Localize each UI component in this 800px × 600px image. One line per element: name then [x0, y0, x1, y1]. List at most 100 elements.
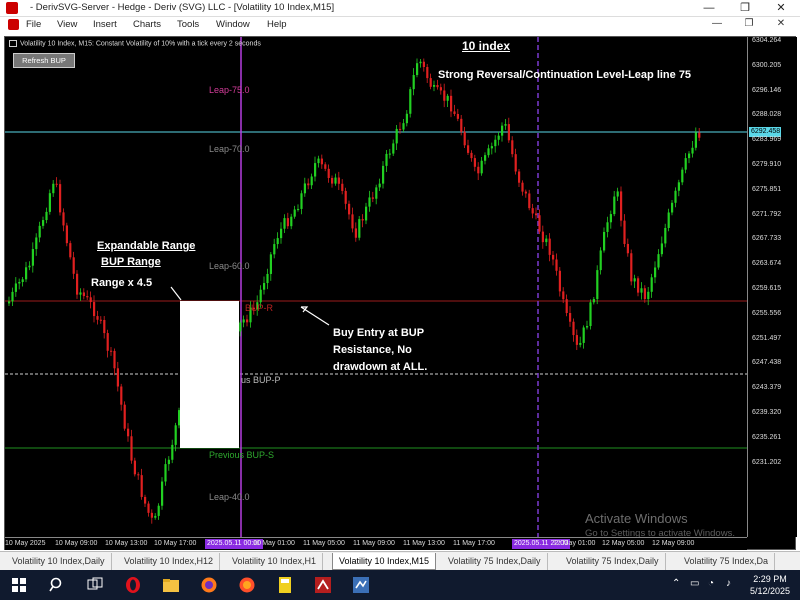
- bullish-candle: [487, 148, 490, 156]
- bearish-candle: [521, 182, 524, 192]
- opera-icon[interactable]: [124, 576, 142, 594]
- bearish-candle: [59, 184, 62, 213]
- system-clock[interactable]: 2:29 PM 5/12/2025: [742, 573, 798, 597]
- bullish-candle: [609, 214, 612, 223]
- volume-icon[interactable]: ♪: [726, 578, 731, 589]
- wifi-icon[interactable]: ◔: [708, 578, 714, 589]
- bearish-candle: [246, 319, 249, 323]
- mt5-terminal-icon[interactable]: [352, 576, 370, 594]
- tab-v10-h1[interactable]: Volatility 10 Index,H1: [226, 553, 324, 570]
- menu-view[interactable]: View: [57, 19, 77, 30]
- bearish-candle: [507, 124, 510, 141]
- bullish-candle: [164, 464, 167, 482]
- clock-date: 5/12/2025: [749, 586, 791, 596]
- bearish-candle: [110, 350, 113, 352]
- bullish-candle: [266, 273, 269, 284]
- tab-v75-daily[interactable]: Volatility 75 Index,Daily: [442, 553, 548, 570]
- bearish-candle: [552, 254, 555, 260]
- bearish-candle: [637, 278, 640, 293]
- bullish-candle: [504, 124, 507, 126]
- deriv-mt5-icon[interactable]: [314, 576, 332, 594]
- menu-file[interactable]: File: [26, 19, 41, 30]
- bullish-candle: [31, 249, 34, 266]
- bullish-candle: [368, 197, 371, 207]
- windows-start-icon[interactable]: [10, 576, 28, 594]
- bullish-candle: [259, 289, 262, 303]
- bearish-candle: [327, 168, 330, 178]
- clock-time: 2:29 PM: [753, 574, 787, 584]
- chart-close-button[interactable]: ✕: [772, 18, 790, 29]
- menu-window[interactable]: Window: [216, 19, 250, 30]
- bullish-candle: [684, 158, 687, 170]
- bullish-candle: [161, 481, 164, 506]
- bearish-candle: [150, 512, 153, 518]
- bullish-candle: [694, 132, 697, 148]
- network-icon[interactable]: ▭: [690, 578, 699, 589]
- bearish-candle: [93, 302, 96, 317]
- file-explorer-icon[interactable]: [162, 576, 180, 594]
- bullish-candle: [606, 222, 609, 232]
- tab-v75-daily-2[interactable]: Volatility 75 Index,Daily: [560, 553, 666, 570]
- menu-charts[interactable]: Charts: [133, 19, 161, 30]
- menu-insert[interactable]: Insert: [93, 19, 117, 30]
- bearish-candle: [623, 220, 626, 244]
- bullish-candle: [650, 277, 653, 292]
- chart-window-icon[interactable]: [8, 19, 19, 30]
- time-axis: 2025.05.11 00:00 2025.05.11 22:00 10 May…: [5, 537, 747, 550]
- time-tick-label: 11 May 09:00: [353, 540, 395, 547]
- minimize-button[interactable]: —: [694, 0, 724, 17]
- firefox-alt-icon[interactable]: [238, 576, 256, 594]
- tray-chevron-icon[interactable]: ⌃: [672, 578, 680, 589]
- bullish-candle: [592, 299, 595, 303]
- bearish-candle: [55, 183, 58, 185]
- bearish-candle: [453, 111, 456, 114]
- price-chart[interactable]: Volatility 10 Index, M15: Constant Volat…: [4, 36, 797, 550]
- menu-tools[interactable]: Tools: [177, 19, 199, 30]
- bullish-candle: [283, 218, 286, 229]
- price-tick-label: 6300.205: [752, 61, 782, 69]
- chart-restore-button[interactable]: ❐: [740, 18, 758, 29]
- bullish-candle: [671, 202, 674, 213]
- close-button[interactable]: ✕: [766, 0, 796, 17]
- chart-minimize-button[interactable]: —: [708, 18, 726, 29]
- bearish-candle: [144, 496, 147, 504]
- bullish-candle: [667, 212, 670, 228]
- bullish-candle: [358, 219, 361, 238]
- bullish-candle: [501, 125, 504, 136]
- time-tick-label: 11 May 01:00: [253, 540, 295, 547]
- bearish-candle: [575, 335, 578, 345]
- tab-v10-daily[interactable]: Volatility 10 Index,Daily: [6, 553, 112, 570]
- bullish-candle: [45, 211, 48, 221]
- chart-annotation-title: 10 index: [462, 39, 511, 53]
- bullish-candle: [674, 190, 677, 203]
- menu-help[interactable]: Help: [267, 19, 287, 30]
- tab-v75-da[interactable]: Volatility 75 Index,Da: [678, 553, 776, 570]
- price-tick-label: 6255.556: [752, 309, 782, 317]
- bullish-candle: [616, 191, 619, 197]
- maximize-button[interactable]: ❐: [730, 0, 760, 17]
- tab-v10-h12[interactable]: Volatility 10 Index,H12: [118, 553, 221, 570]
- bullish-candle: [385, 153, 388, 166]
- bullish-candle: [664, 227, 667, 244]
- search-icon[interactable]: [48, 576, 66, 594]
- bearish-candle: [99, 319, 102, 321]
- bearish-candle: [443, 90, 446, 101]
- bullish-candle: [402, 123, 405, 130]
- bearish-candle: [348, 203, 351, 215]
- firefox-icon[interactable]: [200, 576, 218, 594]
- task-view-icon[interactable]: [86, 576, 104, 594]
- bullish-candle: [79, 292, 82, 295]
- bearish-candle: [463, 131, 466, 146]
- bearish-candle: [422, 61, 425, 68]
- sticky-notes-icon[interactable]: [276, 576, 294, 594]
- refresh-bup-button[interactable]: Refresh BUP: [13, 53, 75, 68]
- bullish-candle: [633, 278, 636, 282]
- bullish-candle: [691, 147, 694, 154]
- bearish-candle: [460, 118, 463, 132]
- bullish-candle: [392, 143, 395, 154]
- tab-v10-m15[interactable]: Volatility 10 Index,M15: [332, 553, 437, 570]
- bearish-candle: [361, 219, 364, 221]
- bearish-candle: [399, 128, 402, 130]
- bullish-candle: [38, 225, 41, 238]
- bullish-candle: [42, 220, 45, 226]
